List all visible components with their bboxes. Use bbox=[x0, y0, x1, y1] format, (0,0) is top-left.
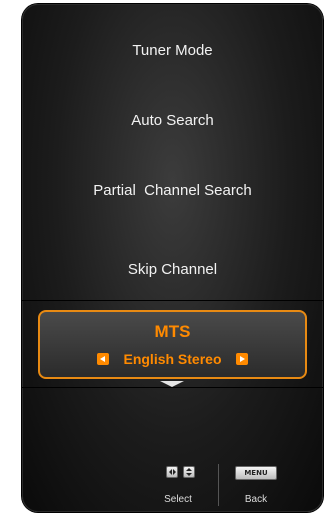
hint-separator bbox=[218, 464, 219, 506]
selected-item-value: English Stereo bbox=[123, 350, 222, 367]
menu-item-label: Auto Search bbox=[131, 112, 214, 129]
back-hint-label: Back bbox=[244, 494, 268, 505]
menu-key-icon: MENU bbox=[235, 466, 277, 480]
menu-item-label: Tuner Mode bbox=[132, 42, 213, 59]
select-hint-label: Select bbox=[164, 494, 192, 505]
menu-item-label: Skip Channel bbox=[127, 261, 218, 278]
menu-item-partial-channel-search[interactable]: Partial Channel Search bbox=[22, 182, 323, 200]
option-selector[interactable]: English Stereo bbox=[40, 350, 305, 368]
divider bbox=[22, 387, 323, 388]
menu-item-tuner-mode[interactable]: Tuner Mode bbox=[22, 42, 323, 60]
up-down-key-icon bbox=[183, 466, 196, 478]
right-arrow-icon[interactable] bbox=[235, 352, 248, 365]
select-keys bbox=[166, 466, 196, 478]
menu-item-mts-selected[interactable]: MTS English Stereo bbox=[38, 310, 307, 379]
menu-item-skip-channel[interactable]: Skip Channel bbox=[22, 261, 323, 279]
selected-item-title: MTS bbox=[154, 322, 191, 341]
tv-settings-menu: Tuner Mode Auto Search Partial Channel S… bbox=[22, 4, 323, 512]
menu-item-label: Partial Channel Search bbox=[93, 182, 252, 199]
left-right-key-icon bbox=[166, 466, 178, 478]
left-arrow-icon[interactable] bbox=[97, 352, 110, 365]
menu-item-auto-search[interactable]: Auto Search bbox=[22, 112, 323, 130]
divider bbox=[22, 300, 323, 301]
